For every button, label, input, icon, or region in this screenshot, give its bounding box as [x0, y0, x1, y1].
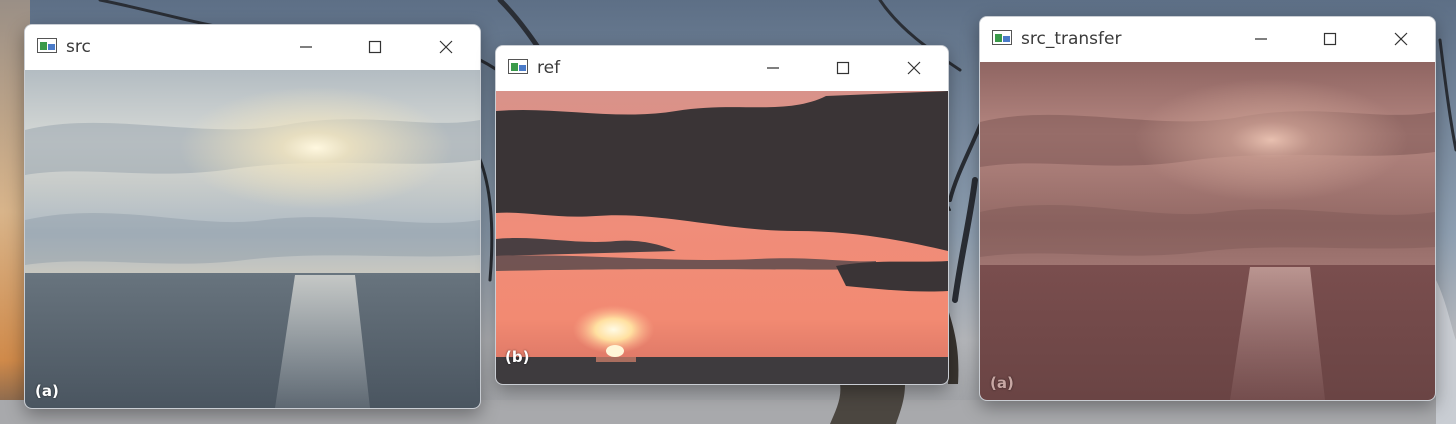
maximize-button[interactable]: [352, 29, 398, 65]
maximize-icon: [1323, 32, 1337, 46]
window-title: src: [66, 37, 91, 57]
close-button[interactable]: [891, 50, 937, 86]
minimize-icon: [1255, 38, 1267, 40]
minimize-icon: [300, 46, 312, 48]
ref-sunset-image: [496, 91, 948, 384]
image-label: (a): [35, 382, 59, 400]
title-bar[interactable]: src: [25, 25, 480, 69]
window-ref[interactable]: ref (b): [495, 45, 949, 385]
minimize-button[interactable]: [1238, 21, 1284, 57]
minimize-icon: [767, 67, 779, 69]
window-src[interactable]: src (a): [24, 24, 481, 409]
src-sunset-image: [25, 70, 480, 408]
image-view-ref: (b): [496, 91, 948, 384]
title-bar[interactable]: src_transfer: [980, 17, 1435, 61]
close-icon: [1394, 32, 1408, 46]
title-bar[interactable]: ref: [496, 46, 948, 90]
window-title: ref: [537, 58, 561, 78]
close-icon: [439, 40, 453, 54]
maximize-button[interactable]: [820, 50, 866, 86]
app-icon: [992, 30, 1012, 45]
close-icon: [907, 61, 921, 75]
image-view-src: (a): [25, 70, 480, 408]
maximize-icon: [836, 61, 850, 75]
minimize-button[interactable]: [283, 29, 329, 65]
maximize-icon: [368, 40, 382, 54]
src-transfer-image: [980, 62, 1435, 400]
close-button[interactable]: [423, 29, 469, 65]
window-title: src_transfer: [1021, 29, 1122, 49]
image-view-src-transfer: (a): [980, 62, 1435, 400]
maximize-button[interactable]: [1307, 21, 1353, 57]
minimize-button[interactable]: [750, 50, 796, 86]
close-button[interactable]: [1378, 21, 1424, 57]
app-icon: [37, 38, 57, 53]
window-src-transfer[interactable]: src_transfer (a): [979, 16, 1436, 401]
image-label: (b): [505, 348, 530, 366]
image-label: (a): [990, 374, 1014, 392]
app-icon: [508, 59, 528, 74]
